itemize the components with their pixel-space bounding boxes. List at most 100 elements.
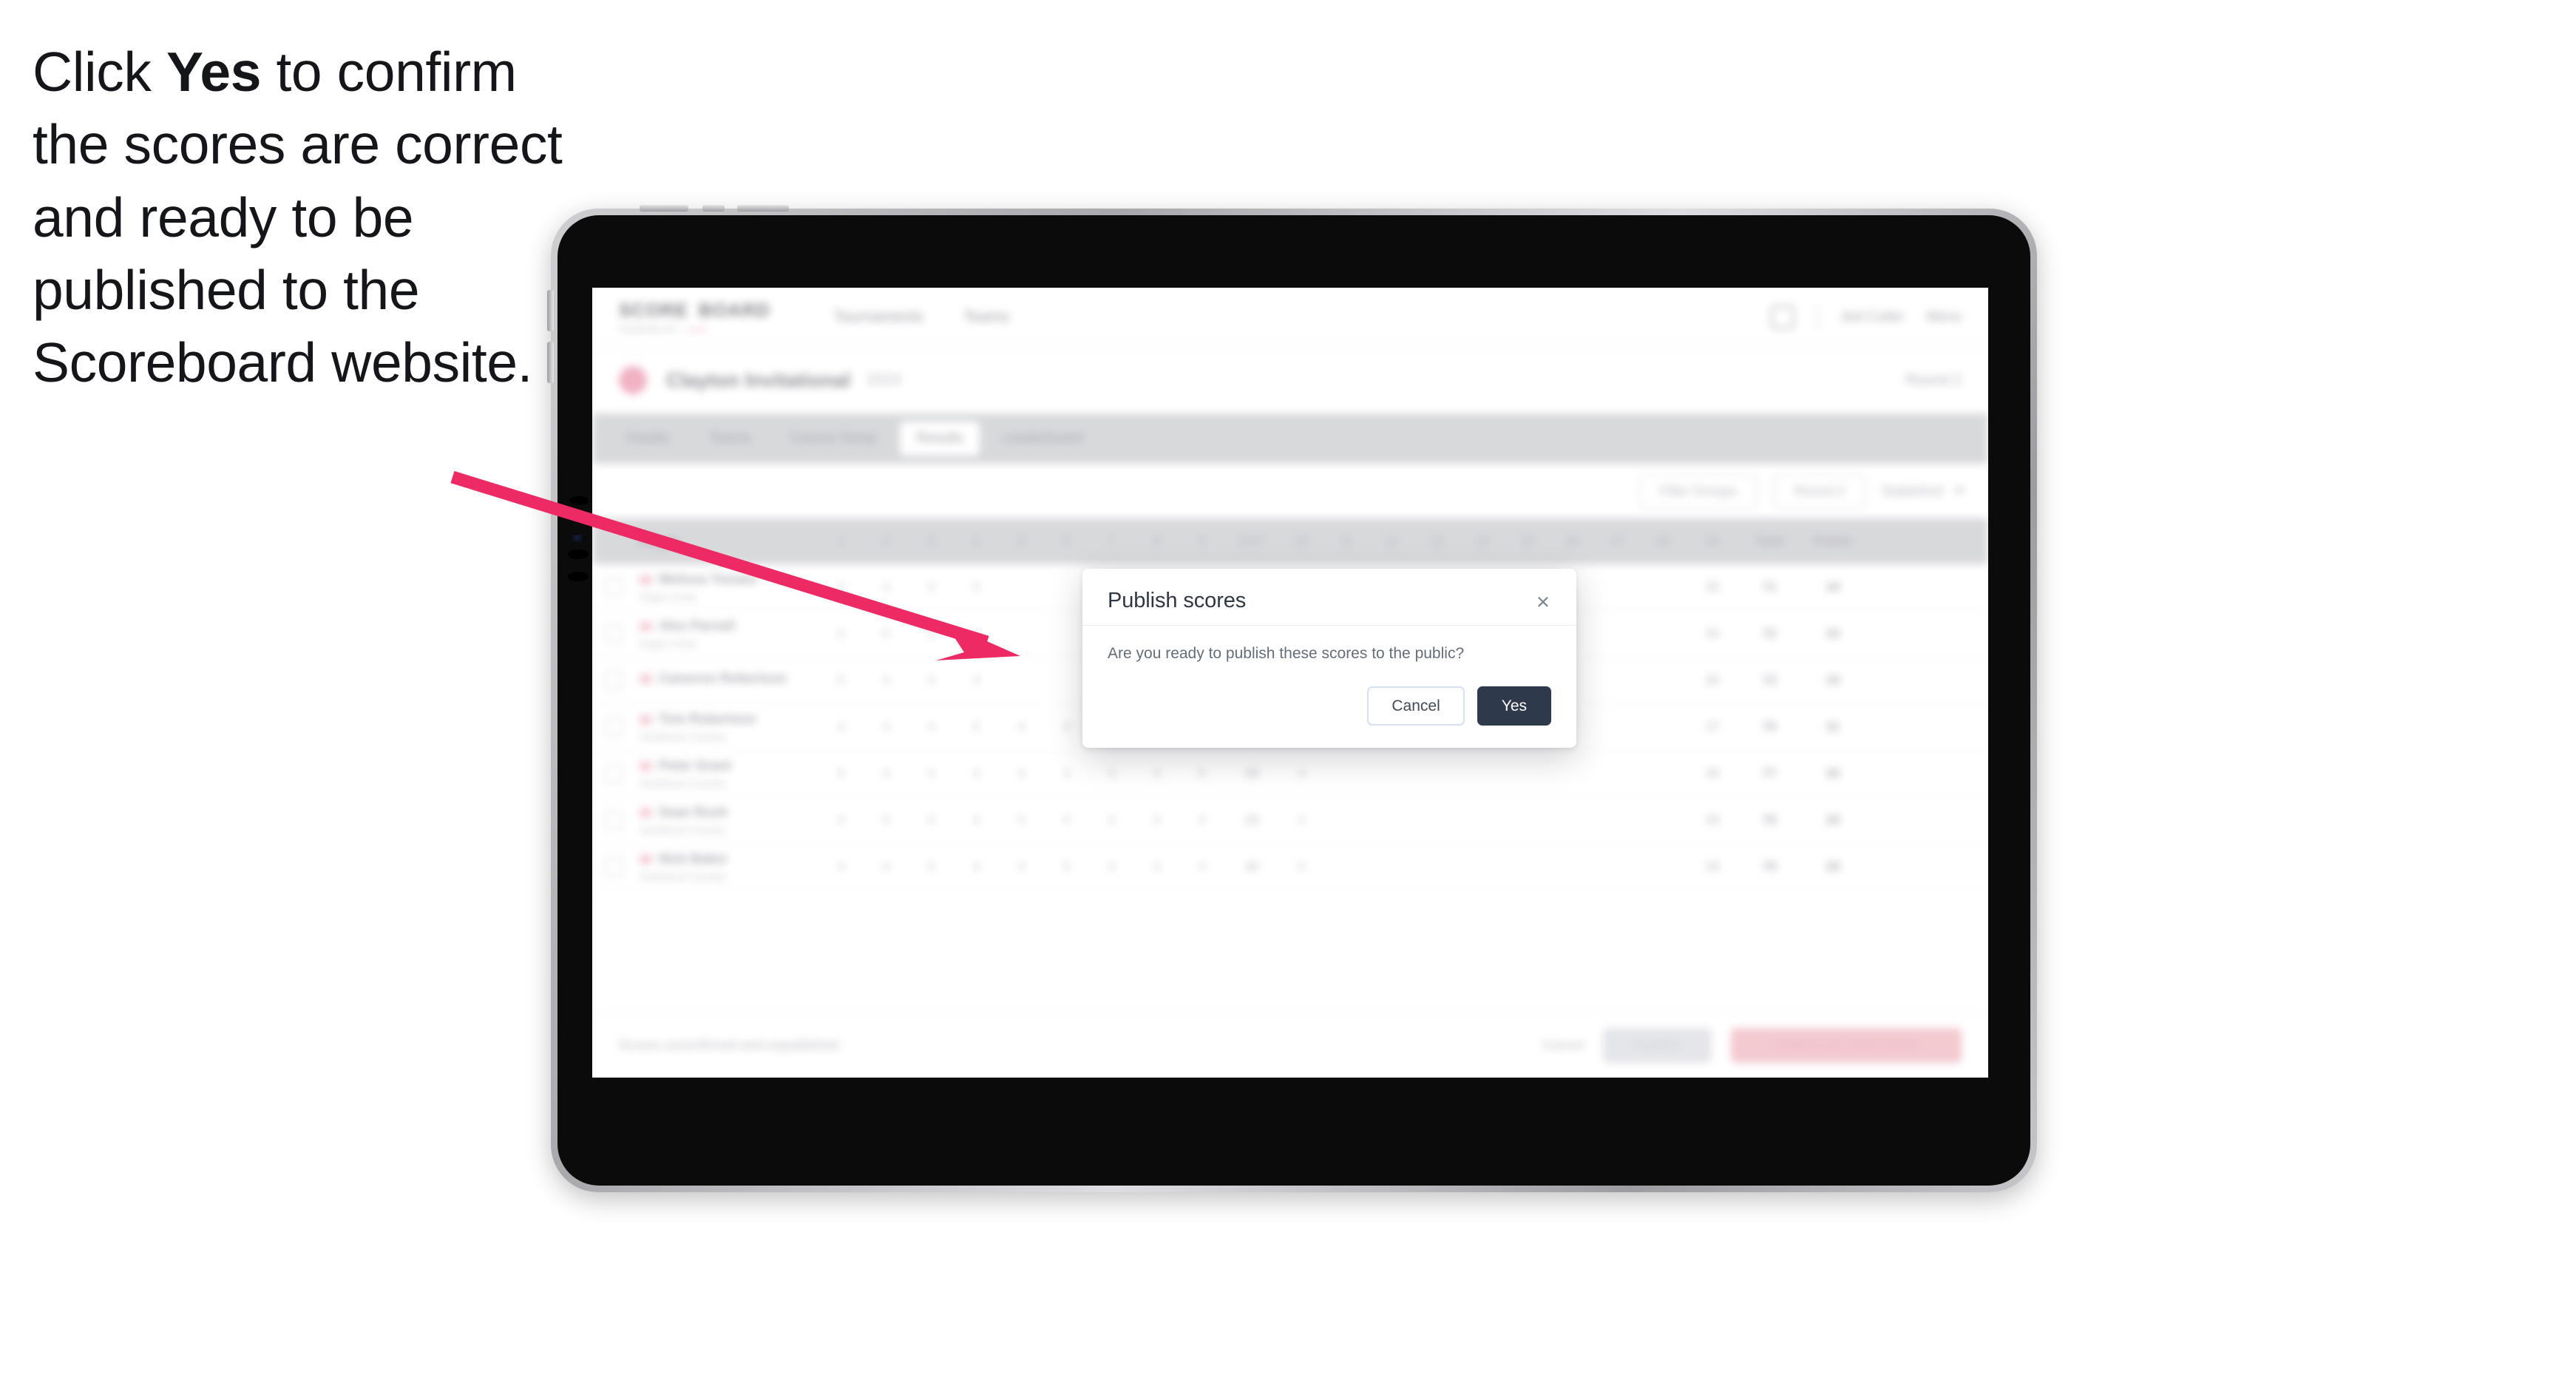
- score-cell[interactable]: 4: [1134, 813, 1179, 828]
- user-name-link[interactable]: Jed Cutler: [1840, 309, 1905, 325]
- tab-details[interactable]: Details: [610, 422, 685, 456]
- score-cell[interactable]: 4: [1134, 766, 1179, 781]
- score-cell[interactable]: 4: [864, 673, 909, 688]
- yes-button[interactable]: Yes: [1477, 686, 1551, 726]
- score-cell[interactable]: 4: [954, 673, 999, 688]
- score-cell[interactable]: 4: [1044, 813, 1089, 828]
- score-cell[interactable]: 4: [909, 813, 954, 828]
- row-checkbox[interactable]: [592, 624, 635, 643]
- score-cell[interactable]: 4: [1089, 813, 1134, 828]
- tab-teams[interactable]: Teams: [693, 422, 767, 456]
- score-cell[interactable]: 4: [999, 766, 1044, 781]
- score-cell[interactable]: 5: [864, 813, 909, 828]
- row-checkbox[interactable]: [592, 857, 635, 876]
- header-hole-5: 5: [1017, 534, 1026, 548]
- checkbox-icon: [605, 671, 623, 690]
- row-player: Nick Baker Sandhurst Country: [635, 851, 818, 882]
- score-cell[interactable]: 5: [818, 673, 864, 688]
- flag-icon: [640, 575, 652, 584]
- row-checkbox[interactable]: [592, 717, 635, 737]
- header-hole-6: 6: [1062, 534, 1071, 548]
- row-player: Sean Rush Sandhurst Country: [635, 805, 818, 836]
- bell-icon[interactable]: [1770, 305, 1794, 329]
- score-cell[interactable]: 5: [864, 626, 909, 641]
- score-cell[interactable]: 4: [909, 720, 954, 734]
- table-row[interactable]: Peter Grant Sandhurst Country 5 4 4 4 4 …: [592, 751, 1988, 797]
- volume-down-button[interactable]: [547, 342, 554, 383]
- top-button-2[interactable]: [702, 205, 725, 212]
- score-cell[interactable]: 5: [1279, 859, 1324, 874]
- score-cell[interactable]: 4: [954, 859, 999, 874]
- score-cell[interactable]: 4: [1089, 859, 1134, 874]
- score-cell[interactable]: 5: [954, 720, 999, 734]
- footer-confirm-button[interactable]: Confirm: [1602, 1028, 1712, 1063]
- header-player: Player: [640, 533, 680, 549]
- score-cell[interactable]: 4: [864, 580, 909, 595]
- row-out: 40: [1244, 859, 1259, 873]
- close-icon[interactable]: ×: [1535, 589, 1551, 615]
- score-cell[interactable]: 3: [1089, 766, 1134, 781]
- header-hole-8: 8: [1153, 534, 1161, 548]
- header-total: Total: [1755, 534, 1784, 548]
- score-cell[interactable]: 4: [1279, 813, 1324, 828]
- score-cell[interactable]: 5: [818, 766, 864, 781]
- player-club: Sandhurst Country: [640, 871, 726, 882]
- checkbox-icon: [605, 857, 623, 876]
- topnav-item-teams[interactable]: Teams: [963, 308, 1009, 326]
- score-cell[interactable]: 5: [999, 813, 1044, 828]
- volume-up-button[interactable]: [547, 290, 554, 331]
- score-cell[interactable]: 5: [1044, 859, 1089, 874]
- table-row[interactable]: Sean Rush Sandhurst Country 4 5 4 4 5 4 …: [592, 797, 1988, 844]
- topnav-item-tournaments[interactable]: Tournaments: [834, 308, 923, 326]
- score-cell[interactable]: 5: [1179, 766, 1224, 781]
- row-player: Melissa Tomato Eagle Creek: [635, 572, 818, 603]
- top-button-3[interactable]: [737, 205, 789, 212]
- score-cell[interactable]: 4: [909, 766, 954, 781]
- score-cell[interactable]: 4: [954, 766, 999, 781]
- tab-course-setup[interactable]: Course Setup: [774, 422, 892, 456]
- score-cell[interactable]: 4: [1134, 859, 1179, 874]
- footer-cancel-link[interactable]: Cancel: [1542, 1038, 1584, 1053]
- score-cell[interactable]: 3: [909, 673, 954, 688]
- score-cell[interactable]: 4: [999, 859, 1044, 874]
- score-cell[interactable]: 4: [954, 626, 999, 641]
- row-checkbox[interactable]: [592, 671, 635, 690]
- score-cell[interactable]: 4: [909, 626, 954, 641]
- score-cell[interactable]: 4: [818, 813, 864, 828]
- filter-round-select[interactable]: Round 2: [1773, 473, 1865, 509]
- menu-link[interactable]: Menu: [1926, 309, 1962, 325]
- score-cell[interactable]: 5: [909, 859, 954, 874]
- score-cell[interactable]: 5: [954, 580, 999, 595]
- score-cell[interactable]: 4: [864, 720, 909, 734]
- score-cell[interactable]: 4: [818, 580, 864, 595]
- table-row[interactable]: Nick Baker Sandhurst Country 4 4 5 4 4 5…: [592, 844, 1988, 890]
- cancel-button[interactable]: Cancel: [1367, 686, 1465, 726]
- score-cell[interactable]: 4: [999, 720, 1044, 734]
- player-club: Eagle Creek: [640, 591, 697, 603]
- score-cell[interactable]: 4: [864, 859, 909, 874]
- row-checkbox[interactable]: [592, 764, 635, 783]
- filter-format-select[interactable]: Stableford: [1882, 484, 1965, 499]
- score-cell[interactable]: 4: [954, 813, 999, 828]
- score-cell[interactable]: 3: [909, 580, 954, 595]
- filter-groups-select[interactable]: Filter Groups: [1638, 473, 1758, 509]
- score-cell[interactable]: 4: [818, 626, 864, 641]
- row-checkbox[interactable]: [592, 811, 635, 830]
- score-cell[interactable]: 4: [1279, 766, 1324, 781]
- footer-actions: Cancel Confirm Publish and send results: [1542, 1028, 1962, 1063]
- tab-leaderboard[interactable]: Leaderboard: [987, 422, 1099, 456]
- player-name: Peter Grant: [659, 758, 732, 773]
- row-checkbox[interactable]: [592, 578, 635, 597]
- score-cell[interactable]: 4: [864, 766, 909, 781]
- top-button-1[interactable]: [640, 205, 688, 212]
- flag-icon: [640, 621, 652, 631]
- footer-publish-button[interactable]: Publish and send results: [1730, 1028, 1962, 1063]
- score-cell[interactable]: 4: [1179, 813, 1224, 828]
- score-cell[interactable]: 4: [818, 859, 864, 874]
- app-logo[interactable]: SCORE BOARD POWERED BY: [619, 300, 770, 334]
- score-cell[interactable]: 4: [1044, 766, 1089, 781]
- tournament-subtitle: 2024: [867, 371, 901, 388]
- score-cell[interactable]: 4: [818, 720, 864, 734]
- tab-results[interactable]: Results: [900, 422, 980, 456]
- score-cell[interactable]: 4: [1179, 859, 1224, 874]
